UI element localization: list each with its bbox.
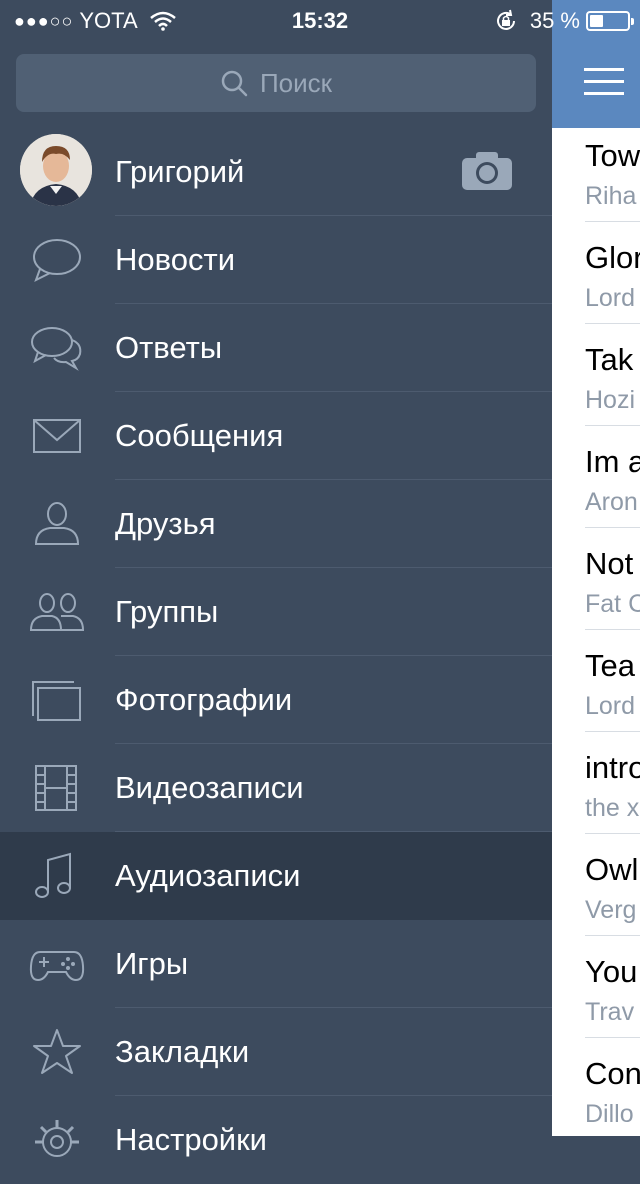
menu-item-photos[interactable]: Фотографии xyxy=(0,656,552,744)
menu-icon[interactable] xyxy=(584,68,624,96)
menu-label: Ответы xyxy=(115,330,223,365)
track-title: Im a xyxy=(585,444,640,479)
menu-item-answers[interactable]: Ответы xyxy=(0,304,552,392)
track-artist: Riha xyxy=(585,182,637,210)
answers-bubbles-icon xyxy=(31,327,82,371)
music-note-icon xyxy=(35,852,71,898)
divider xyxy=(585,833,640,834)
track-item[interactable]: You Trav xyxy=(585,954,640,1027)
track-item[interactable]: Tea Lord xyxy=(585,648,640,721)
track-item[interactable]: intro the x xyxy=(585,750,640,823)
track-item[interactable]: Im a Aron xyxy=(585,444,640,517)
photos-icon xyxy=(32,681,81,721)
track-artist: Lord xyxy=(585,284,636,312)
menu-item-videos[interactable]: Видеозаписи xyxy=(0,744,552,832)
status-bar: ●●●○○ YOTA 15:32 35 % xyxy=(0,0,640,40)
track-artist: Fat C xyxy=(585,590,640,618)
menu-label: Друзья xyxy=(115,506,216,541)
group-icon xyxy=(29,593,85,631)
person-icon xyxy=(34,502,80,545)
track-title: Owl xyxy=(585,852,639,887)
gamepad-icon xyxy=(29,951,85,982)
track-title: Con xyxy=(585,1056,640,1091)
menu-item-audio[interactable]: Аудиозаписи xyxy=(0,832,552,920)
track-artist: Hozi xyxy=(585,386,636,414)
track-title: Tak xyxy=(585,342,634,377)
menu-label: Видеозаписи xyxy=(115,770,304,805)
track-title: You xyxy=(585,954,638,989)
rotation-lock-icon xyxy=(496,9,515,30)
profile-name: Григорий xyxy=(115,154,245,189)
menu-item-games[interactable]: Игры xyxy=(0,920,552,1008)
track-artist: Aron xyxy=(585,488,638,516)
film-icon xyxy=(35,765,77,811)
track-title: Tea xyxy=(585,648,635,683)
battery-percent: 35 % xyxy=(529,8,580,33)
divider xyxy=(585,221,640,222)
track-item[interactable]: Tak Hozi xyxy=(585,342,640,415)
menu-label: Закладки xyxy=(115,1034,250,1069)
divider xyxy=(585,731,640,732)
divider xyxy=(585,425,640,426)
track-artist: Dillo xyxy=(585,1100,634,1128)
track-title: intro xyxy=(585,750,640,785)
menu-item-settings[interactable]: Настройки xyxy=(0,1096,552,1184)
track-title: Not xyxy=(585,546,634,581)
divider xyxy=(585,323,640,324)
search-field[interactable]: Поиск xyxy=(16,54,536,112)
track-item[interactable]: Tow Riha xyxy=(585,138,640,211)
track-item[interactable]: Owl Verg xyxy=(585,852,640,925)
menu-label: Группы xyxy=(115,594,219,629)
menu-label: Аудиозаписи xyxy=(115,858,301,893)
menu-item-messages[interactable]: Сообщения xyxy=(0,392,552,480)
news-bubble-icon xyxy=(33,239,81,283)
menu-label: Настройки xyxy=(115,1122,268,1157)
menu-item-groups[interactable]: Группы xyxy=(0,568,552,656)
track-artist: Trav xyxy=(585,998,635,1026)
track-artist: Lord xyxy=(585,692,636,720)
battery-icon xyxy=(586,11,634,31)
track-artist: the x xyxy=(585,794,640,822)
envelope-icon xyxy=(33,419,81,453)
track-item[interactable]: Con Dillo xyxy=(585,1056,640,1129)
gear-icon xyxy=(35,1120,79,1157)
side-menu: Поиск Григорий Новости Ответы Сообщения … xyxy=(0,0,552,1157)
avatar[interactable] xyxy=(20,134,92,206)
divider xyxy=(585,1037,640,1038)
menu-item-news[interactable]: Новости xyxy=(0,216,552,304)
star-icon xyxy=(33,1029,81,1074)
track-item[interactable]: Not Fat C xyxy=(585,546,640,619)
divider xyxy=(585,935,640,936)
track-title: Tow xyxy=(585,138,640,173)
menu-label: Новости xyxy=(115,242,236,277)
audio-list-panel: Tow Riha Glor Lord Tak Hozi Im a Aron No… xyxy=(552,0,640,1136)
menu-label: Фотографии xyxy=(115,682,293,717)
menu-label: Сообщения xyxy=(115,418,284,453)
menu-item-bookmarks[interactable]: Закладки xyxy=(0,1008,552,1096)
divider xyxy=(585,629,640,630)
menu-item-friends[interactable]: Друзья xyxy=(0,480,552,568)
track-artist: Verg xyxy=(585,896,637,924)
search-placeholder: Поиск xyxy=(259,67,333,98)
search-icon xyxy=(221,70,248,97)
divider xyxy=(585,527,640,528)
menu-label: Игры xyxy=(115,946,189,981)
camera-icon[interactable] xyxy=(462,150,512,190)
track-title: Glor xyxy=(585,240,640,275)
track-item[interactable]: Glor Lord xyxy=(585,240,640,313)
